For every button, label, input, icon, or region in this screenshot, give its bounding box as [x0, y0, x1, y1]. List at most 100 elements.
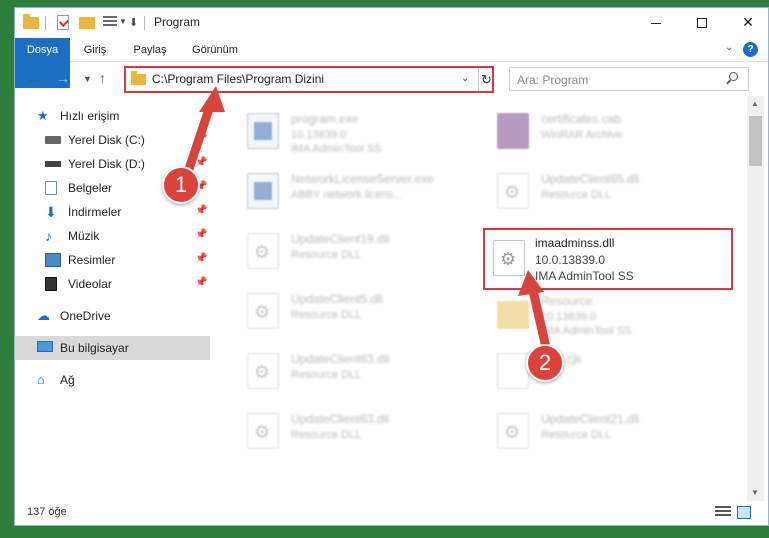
- customize-toolbar-icon[interactable]: ⬇: [129, 16, 138, 29]
- window-title: Program: [154, 15, 201, 29]
- minimize-icon: [651, 22, 661, 24]
- sidebar-item-label: Yerel Disk (C:): [68, 133, 145, 147]
- maximize-button[interactable]: [679, 8, 725, 38]
- chevron-down-icon[interactable]: ▼: [119, 17, 127, 26]
- tab-view[interactable]: Görünüm: [185, 38, 245, 62]
- sidebar-item-label: Bu bilgisayar: [60, 341, 129, 355]
- dll-icon: ⚙: [497, 173, 529, 209]
- folder-icon: [131, 71, 146, 85]
- dll-icon: ⚙: [247, 233, 279, 269]
- drive-icon: [45, 136, 61, 144]
- file-item[interactable]: ⚙ UpdateClient63.dll Resource DLL: [235, 348, 475, 398]
- sidebar-item-label: Müzik: [68, 229, 100, 243]
- recent-locations-icon[interactable]: ▼: [83, 74, 92, 84]
- file-details: 10.13839.0 IMA AdminTool SS: [541, 311, 632, 337]
- videos-icon: [45, 277, 57, 291]
- dll-icon: ⚙: [247, 413, 279, 449]
- star-icon: ★: [37, 108, 49, 123]
- status-bar: 137 öğe: [15, 501, 768, 525]
- scroll-down-icon[interactable]: ▼: [751, 488, 759, 497]
- scroll-thumb[interactable]: [749, 116, 762, 166]
- minimize-button[interactable]: [633, 8, 679, 38]
- search-box[interactable]: Ara: Program: [509, 67, 749, 91]
- dll-icon: ⚙: [247, 293, 279, 329]
- file-details: 10.13839.0 IMA AdminTool SS: [291, 129, 382, 155]
- sidebar-item-pictures[interactable]: Resimler 📌: [15, 248, 210, 272]
- sidebar-item-label: OneDrive: [60, 309, 111, 323]
- pin-icon[interactable]: 📌: [195, 277, 207, 288]
- file-item[interactable]: ⚙ UpdateClient21.dll Resource DLL: [485, 408, 725, 458]
- file-item[interactable]: html.cjk: [485, 348, 725, 398]
- sidebar-item-network[interactable]: ⌂ Ağ: [15, 368, 210, 392]
- pin-icon[interactable]: 📌: [195, 229, 207, 240]
- back-arrow-icon[interactable]: ←: [26, 70, 40, 86]
- tab-home[interactable]: Giriş: [75, 38, 115, 62]
- file-item[interactable]: Resource 10.13839.0 IMA AdminTool SS: [485, 290, 725, 340]
- network-icon: ⌂: [37, 372, 45, 387]
- sidebar-item-disk-c[interactable]: Yerel Disk (C:) 📌: [15, 128, 210, 152]
- address-path[interactable]: C:\Program Files\Program Dizini: [152, 72, 324, 86]
- file-item[interactable]: ⚙ UpdateClient65.dll Resource DLL: [485, 168, 725, 218]
- file-details: Resource DLL: [291, 309, 362, 321]
- title-divider: [144, 16, 145, 30]
- chevron-down-icon[interactable]: ⌄: [461, 73, 469, 84]
- navigation-bar: ← → ▼ ↑ C:\Program Files\Program Dizini …: [15, 63, 768, 95]
- scroll-up-icon[interactable]: ▲: [751, 99, 759, 108]
- sidebar-item-this-pc[interactable]: Bu bilgisayar: [15, 336, 210, 360]
- file-name: UpdateClient63.dll: [291, 412, 390, 426]
- file-item[interactable]: ⚙ UpdateClient63.dll Resource DLL: [235, 408, 475, 458]
- search-icon[interactable]: [726, 72, 738, 84]
- file-item[interactable]: certificates.cab WinRAR Archive: [485, 108, 725, 158]
- forward-arrow-icon[interactable]: →: [56, 70, 70, 86]
- file-item-imaadminss[interactable]: ⚙ imaadminss.dll 10.0.13839.0 IMA AdminTo…: [483, 228, 733, 290]
- close-button[interactable]: ✕: [725, 8, 768, 38]
- file-details: WinRAR Archive: [541, 129, 623, 141]
- file-name: Resource: [541, 294, 593, 308]
- file-name: program.exe: [291, 112, 359, 126]
- large-icons-view-icon[interactable]: [737, 506, 751, 519]
- address-bar[interactable]: C:\Program Files\Program Dizini ⌄ ↻: [124, 66, 494, 93]
- sidebar-item-videos[interactable]: Videolar 📌: [15, 272, 210, 296]
- vertical-scrollbar[interactable]: ▲ ▼: [747, 96, 764, 501]
- file-name: UpdateClient19.dll: [291, 232, 390, 246]
- new-folder-icon[interactable]: [79, 17, 95, 29]
- sidebar-item-quick-access[interactable]: ★ Hızlı erişim: [15, 104, 210, 128]
- refresh-icon[interactable]: ↻: [478, 68, 494, 91]
- pin-icon[interactable]: 📌: [195, 253, 207, 264]
- file-name: UpdateClient63.dll: [291, 352, 390, 366]
- expand-ribbon-icon[interactable]: ⌄: [725, 42, 733, 53]
- dll-icon: ⚙: [493, 240, 525, 276]
- file-name: UpdateClient65.dll: [541, 172, 640, 186]
- title-bar: ▼ ⬇ Program ✕: [15, 8, 768, 38]
- file-item[interactable]: ⚙ UpdateClient5.dll Resource DLL: [235, 288, 475, 338]
- help-button[interactable]: ?: [743, 42, 758, 57]
- file-details: Resource DLL: [291, 249, 362, 261]
- sidebar-item-label: Resimler: [68, 253, 116, 267]
- view-list-icon[interactable]: [103, 16, 117, 29]
- up-arrow-icon[interactable]: ↑: [99, 70, 106, 86]
- sidebar-item-label: Belgeler: [68, 181, 113, 195]
- folder-icon: [497, 301, 529, 329]
- file-details: 10.0.13839.0 IMA AdminTool SS: [535, 253, 634, 283]
- file-name: imaadminss.dll: [535, 236, 615, 250]
- pin-icon[interactable]: 📌: [195, 205, 207, 216]
- sidebar-item-onedrive[interactable]: ☁ OneDrive: [15, 304, 210, 328]
- file-name: UpdateClient5.dll: [291, 292, 383, 306]
- sidebar-item-label: Videolar: [68, 277, 112, 291]
- pin-icon[interactable]: 📌: [195, 133, 207, 144]
- tab-share[interactable]: Paylaş: [125, 38, 175, 62]
- file-item[interactable]: ⚙ UpdateClient19.dll Resource DLL: [235, 228, 475, 278]
- downloads-icon: ⬇: [45, 204, 57, 220]
- search-placeholder[interactable]: Ara: Program: [517, 73, 588, 87]
- properties-icon[interactable]: [57, 15, 69, 30]
- file-item[interactable]: program.exe 10.13839.0 IMA AdminTool SS: [235, 108, 475, 158]
- file-details: ABBY network licens...: [291, 189, 403, 201]
- file-details: Resource DLL: [291, 429, 362, 441]
- music-icon: ♪: [45, 228, 52, 244]
- exe-icon: [247, 113, 279, 149]
- pin-icon[interactable]: 📌: [195, 157, 207, 168]
- ribbon: Dosya Giriş Paylaş Görünüm ⌄ ?: [15, 38, 768, 88]
- sidebar-item-music[interactable]: ♪ Müzik 📌: [15, 224, 210, 248]
- details-view-icon[interactable]: [715, 506, 731, 519]
- file-item[interactable]: NetworkLicenseServer.exe ABBY network li…: [235, 168, 475, 218]
